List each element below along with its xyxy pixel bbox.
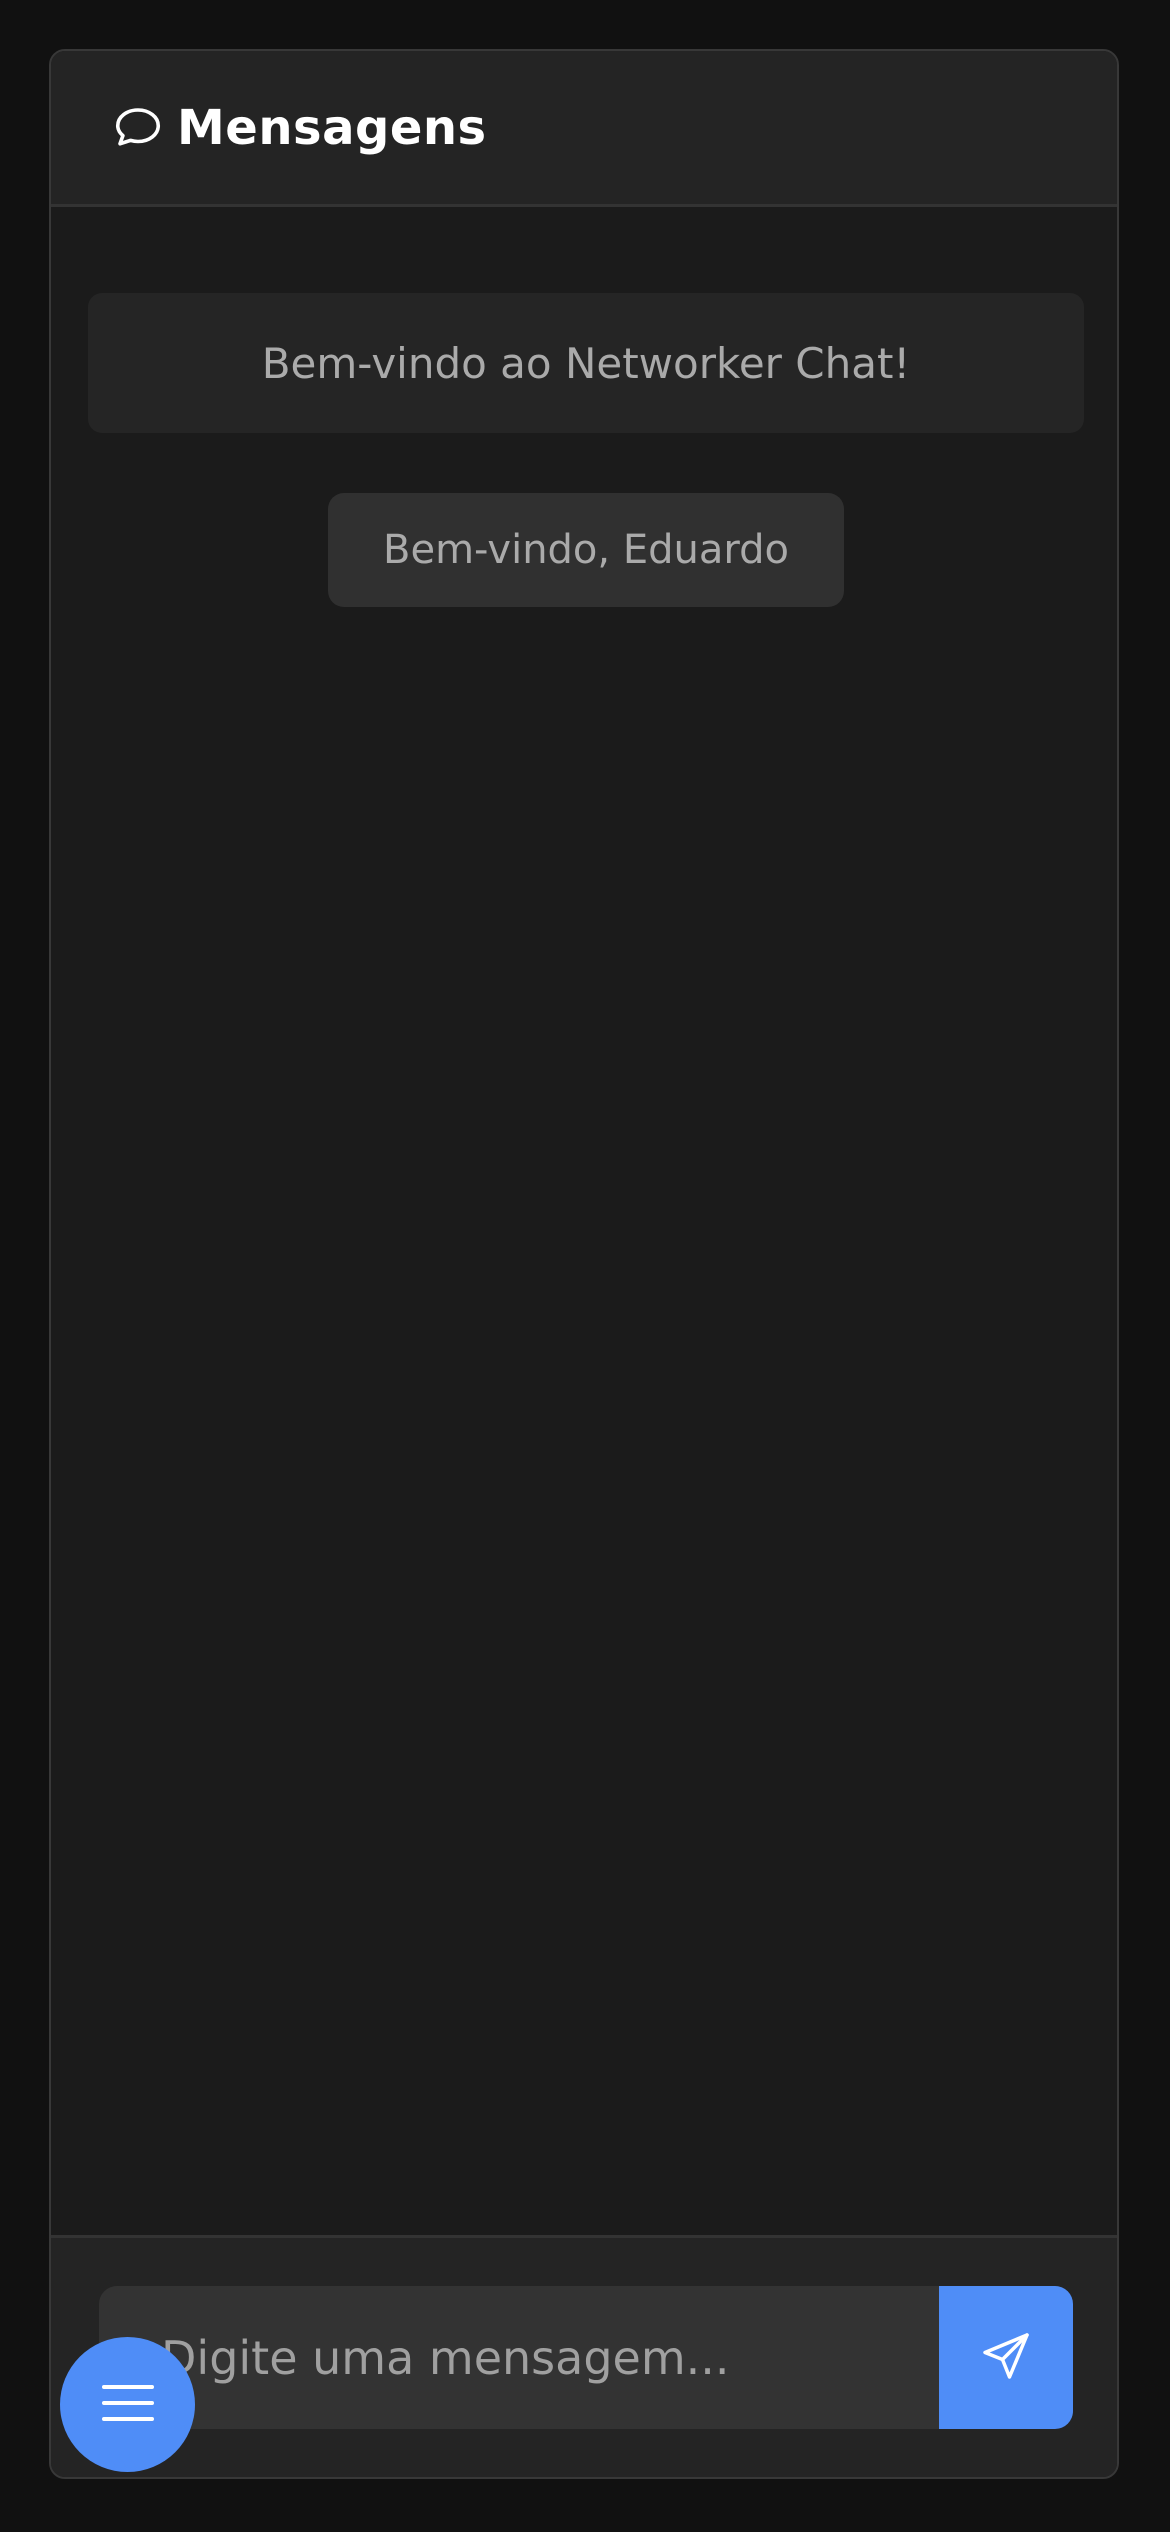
menu-icon <box>101 2381 155 2428</box>
chat-panel: Mensagens Bem-vindo ao Networker Chat! B… <box>49 49 1119 2479</box>
welcome-message: Bem-vindo, Eduardo <box>328 493 844 607</box>
send-icon <box>978 2328 1034 2387</box>
chat-bubble-icon <box>111 101 165 155</box>
chat-header: Mensagens <box>51 51 1117 207</box>
system-banner: Bem-vindo ao Networker Chat! <box>88 293 1084 433</box>
page-title: Mensagens <box>177 99 487 156</box>
send-button[interactable] <box>939 2286 1073 2429</box>
message-composer <box>51 2235 1117 2477</box>
message-input[interactable] <box>99 2286 939 2429</box>
message-list[interactable]: Bem-vindo ao Networker Chat! Bem-vindo, … <box>51 207 1117 2287</box>
menu-button[interactable] <box>60 2337 195 2472</box>
